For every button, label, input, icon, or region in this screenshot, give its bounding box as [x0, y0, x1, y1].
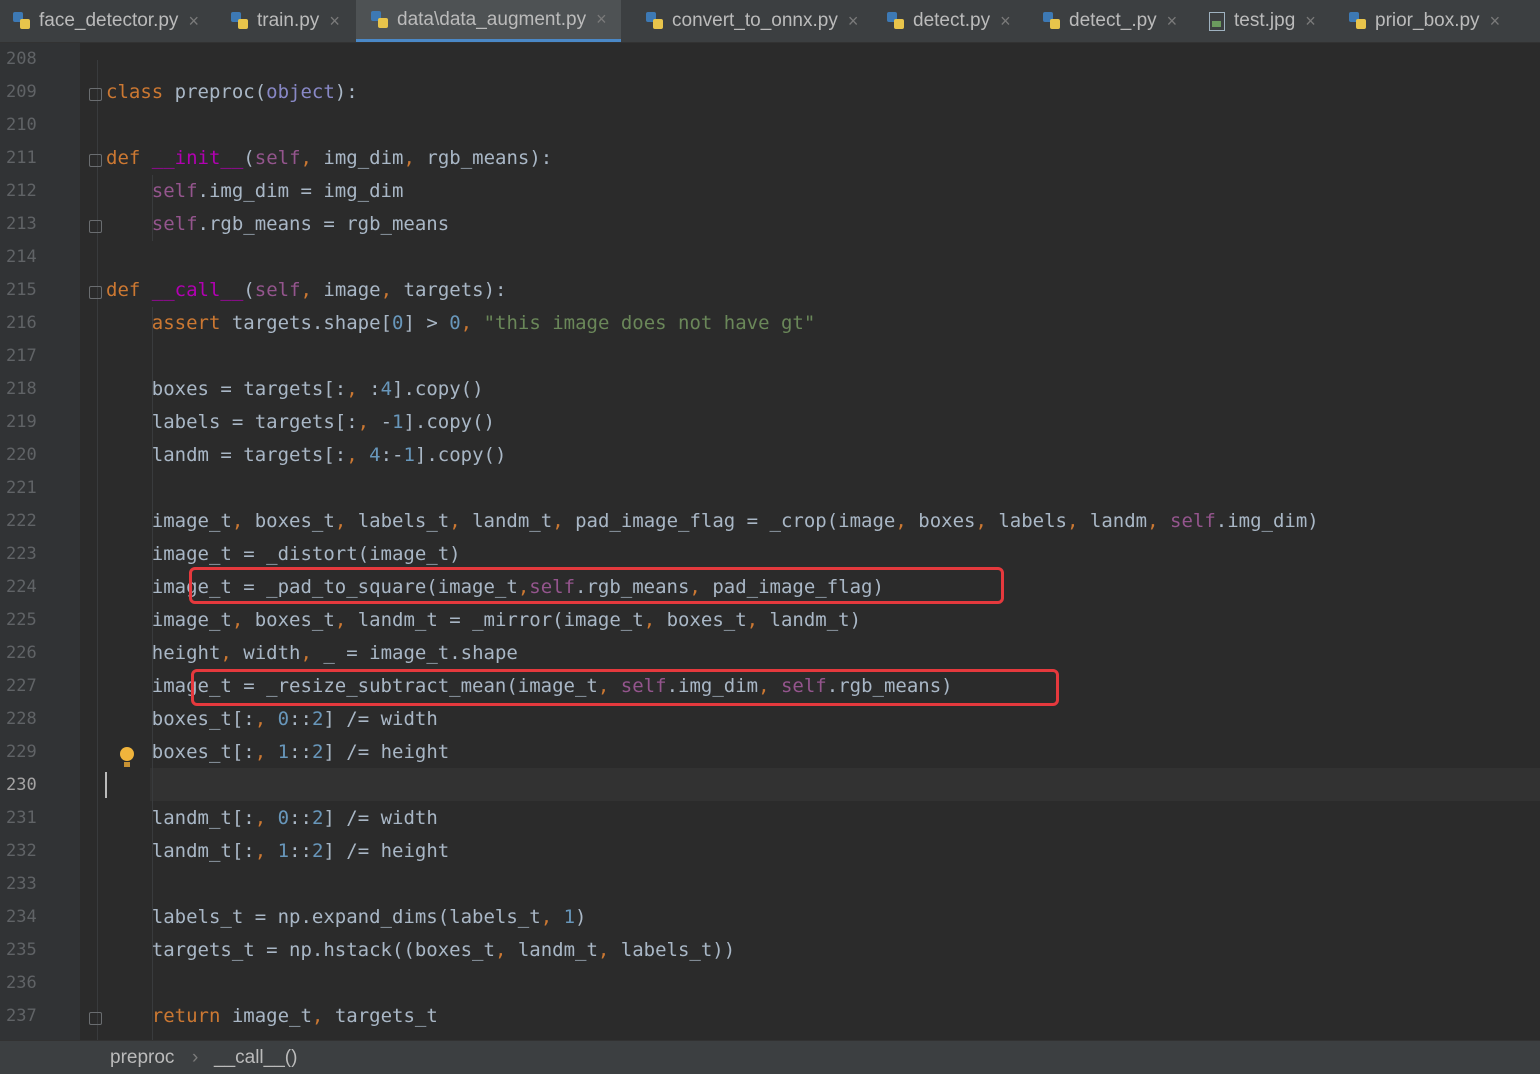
highlight-box-resize-subtract-mean	[191, 669, 1059, 706]
tab-label: data\data_augment.py	[397, 8, 587, 30]
tab-prior-box[interactable]: prior_box.py ×	[1348, 0, 1500, 42]
code-line[interactable]: landm_t[:, 1::2] /= height	[106, 835, 450, 868]
close-icon[interactable]: ×	[596, 9, 607, 30]
text-caret	[105, 772, 107, 798]
tab-train[interactable]: train.py ×	[230, 0, 340, 42]
line-number: 226	[6, 643, 37, 663]
close-icon[interactable]: ×	[1000, 11, 1011, 32]
tab-convert-to-onnx[interactable]: convert_to_onnx.py ×	[645, 0, 858, 42]
line-number: 237	[6, 1006, 37, 1026]
code-line[interactable]: def __init__(self, img_dim, rgb_means):	[106, 142, 552, 175]
code-line[interactable]: height, width, _ = image_t.shape	[106, 637, 518, 670]
line-number: 212	[6, 181, 37, 201]
breadcrumb-separator: ›	[192, 1047, 199, 1068]
line-number: 232	[6, 841, 37, 861]
tab-data-augment[interactable]: data\data_augment.py ×	[356, 0, 621, 42]
breadcrumb-item-preproc[interactable]: preproc	[110, 1047, 174, 1069]
tab-label: detect.py	[913, 10, 991, 31]
line-number: 219	[6, 412, 37, 432]
python-file-icon	[370, 10, 390, 30]
line-number: 208	[6, 49, 37, 69]
fold-end-icon[interactable]	[89, 220, 102, 233]
code-line[interactable]: self.img_dim = img_dim	[106, 175, 404, 208]
breadcrumb-item-call[interactable]: __call__()	[214, 1047, 297, 1069]
fold-end-icon[interactable]	[89, 1012, 102, 1025]
python-file-icon	[1348, 11, 1368, 31]
line-number: 213	[6, 214, 37, 234]
line-number: 230	[6, 775, 37, 795]
tab-label: prior_box.py	[1375, 10, 1480, 31]
line-number: 231	[6, 808, 37, 828]
code-line[interactable]: landm_t[:, 0::2] /= width	[106, 802, 438, 835]
tab-label: train.py	[257, 10, 320, 31]
line-number: 229	[6, 742, 37, 762]
python-file-icon	[1042, 11, 1062, 31]
code-line[interactable]: assert targets.shape[0] > 0, "this image…	[106, 307, 816, 340]
code-line[interactable]: labels_t = np.expand_dims(labels_t, 1)	[106, 901, 587, 934]
code-line[interactable]: targets_t = np.hstack((boxes_t, landm_t,…	[106, 934, 735, 967]
code-line[interactable]: self.rgb_means = rgb_means	[106, 208, 449, 241]
line-number: 215	[6, 280, 37, 300]
close-icon[interactable]: ×	[1490, 11, 1501, 32]
line-number: 218	[6, 379, 37, 399]
line-number: 216	[6, 313, 37, 333]
code-line[interactable]: class preproc(object):	[106, 76, 358, 109]
tab-detect[interactable]: detect.py ×	[886, 0, 1011, 42]
close-icon[interactable]: ×	[1167, 11, 1178, 32]
breadcrumb: preproc › __call__()	[0, 1040, 1540, 1074]
code-line[interactable]: image_t, boxes_t, labels_t, landm_t, pad…	[106, 505, 1319, 538]
line-number: 220	[6, 445, 37, 465]
tab-label: convert_to_onnx.py	[672, 10, 838, 31]
close-icon[interactable]: ×	[848, 11, 859, 32]
line-number: 223	[6, 544, 37, 564]
python-file-icon	[645, 11, 665, 31]
tab-label: face_detector.py	[39, 10, 179, 31]
line-number: 221	[6, 478, 37, 498]
fold-marker-icon[interactable]	[89, 154, 102, 167]
highlight-box-pad-to-square	[189, 567, 1004, 604]
python-file-icon	[12, 11, 32, 31]
line-number: 211	[6, 148, 37, 168]
line-number: 228	[6, 709, 37, 729]
current-line-highlight	[150, 768, 1540, 801]
line-number: 225	[6, 610, 37, 630]
code-editor[interactable]: 208 209 class preproc(object): 210 211 def __…	[0, 43, 1540, 1040]
fold-marker-icon[interactable]	[89, 286, 102, 299]
tab-detect-underscore[interactable]: detect_.py ×	[1042, 0, 1177, 42]
line-number: 210	[6, 115, 37, 135]
fold-marker-icon[interactable]	[89, 88, 102, 101]
code-line[interactable]: labels = targets[:, -1].copy()	[106, 406, 495, 439]
line-number: 224	[6, 577, 37, 597]
code-line[interactable]: boxes_t[:, 1::2] /= height	[106, 736, 450, 769]
code-line[interactable]: def __call__(self, image, targets):	[106, 274, 506, 307]
tab-test-jpg[interactable]: test.jpg ×	[1207, 0, 1316, 42]
code-line[interactable]: image_t, boxes_t, landm_t = _mirror(imag…	[106, 604, 861, 637]
line-number: 209	[6, 82, 37, 102]
line-number: 235	[6, 940, 37, 960]
python-file-icon	[886, 11, 906, 31]
indent-guide	[97, 60, 98, 1040]
close-icon[interactable]: ×	[329, 11, 340, 32]
tab-label: test.jpg	[1234, 10, 1296, 31]
line-number: 214	[6, 247, 37, 267]
close-icon[interactable]: ×	[1305, 11, 1316, 32]
python-file-icon	[230, 11, 250, 31]
image-file-icon	[1207, 11, 1227, 31]
editor-tab-bar: face_detector.py × train.py × data\data_…	[0, 0, 1540, 43]
code-line[interactable]: landm = targets[:, 4:-1].copy()	[106, 439, 507, 472]
lightbulb-icon[interactable]	[119, 747, 135, 769]
code-line[interactable]: return image_t, targets_t	[106, 1000, 438, 1033]
line-number: 222	[6, 511, 37, 531]
close-icon[interactable]: ×	[188, 11, 199, 32]
line-number: 227	[6, 676, 37, 696]
line-number: 234	[6, 907, 37, 927]
tab-face-detector[interactable]: face_detector.py ×	[12, 0, 199, 42]
code-line[interactable]: boxes_t[:, 0::2] /= width	[106, 703, 438, 736]
tab-label: detect_.py	[1069, 10, 1157, 31]
line-number: 233	[6, 874, 37, 894]
line-number: 236	[6, 973, 37, 993]
line-number: 217	[6, 346, 37, 366]
code-line[interactable]: boxes = targets[:, :4].copy()	[106, 373, 484, 406]
